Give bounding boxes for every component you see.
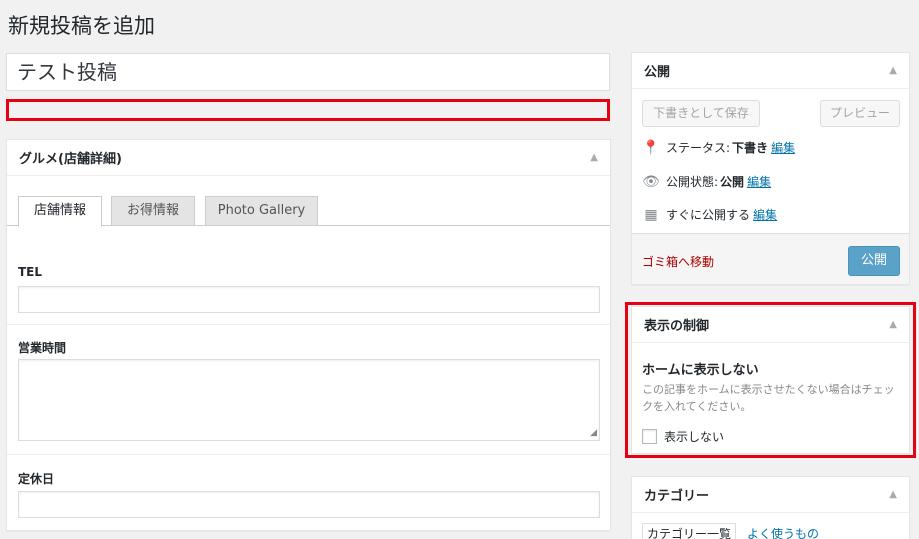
gourmet-box-header[interactable]: グルメ(店舗詳細) ▲ <box>7 140 610 176</box>
trash-link[interactable]: ゴミ箱へ移動 <box>642 253 714 270</box>
resize-grip-icon[interactable]: ◢ <box>590 428 597 438</box>
pin-icon: 📍 <box>642 139 660 156</box>
gourmet-box-title: グルメ(店舗詳細) <box>19 152 122 167</box>
hours-label: 営業時間 <box>18 341 67 355</box>
category-box-title: カテゴリー <box>644 489 710 504</box>
post-title-input[interactable]: テスト投稿 <box>6 53 610 91</box>
publish-actions: ゴミ箱へ移動 公開 <box>632 233 909 284</box>
display-control-heading: ホームに表示しない <box>642 363 759 378</box>
schedule-label: すぐに公開する <box>666 208 751 222</box>
tab-popular-categories[interactable]: よく使うもの <box>747 525 819 539</box>
schedule-row: ▦ すぐに公開する 編集 <box>642 206 777 223</box>
highlight-box <box>6 99 610 121</box>
triangle-up-icon[interactable]: ▲ <box>889 489 897 500</box>
publish-box: 公開 ▲ 下書きとして保存 プレビュー 📍 ステータス: 下書き 編集 👁 公開… <box>631 52 910 285</box>
divider <box>7 324 610 325</box>
category-box: カテゴリー ▲ カテゴリー一覧 よく使うもの <box>631 476 910 539</box>
tel-input[interactable] <box>18 286 600 313</box>
triangle-up-icon[interactable]: ▲ <box>590 152 598 163</box>
gourmet-tabs: 店舗情報 お得情報 Photo Gallery <box>7 196 610 227</box>
holiday-label: 定休日 <box>18 472 55 486</box>
tab-all-categories[interactable]: カテゴリー一覧 <box>642 523 737 539</box>
display-control-description: この記事をホームに表示させたくない場合はチェックを入れてください。 <box>642 383 895 413</box>
hide-from-home-option[interactable]: 表示しない <box>642 428 724 445</box>
eye-icon: 👁 <box>642 173 660 190</box>
display-control-box: 表示の制御 ▲ ホームに表示しない この記事をホームに表示させたくない場合はチェ… <box>631 306 910 454</box>
edit-visibility-link[interactable]: 編集 <box>747 173 771 190</box>
status-value: 下書き <box>732 141 769 155</box>
publish-button[interactable]: 公開 <box>848 246 900 276</box>
tel-label: TEL <box>18 265 43 279</box>
visibility-label: 公開状態: <box>666 175 719 189</box>
hours-textarea[interactable]: ◢ <box>18 359 600 441</box>
publish-box-title: 公開 <box>644 65 671 80</box>
tab-deals[interactable]: お得情報 <box>111 196 195 226</box>
hide-checkbox-label: 表示しない <box>664 430 725 444</box>
edit-schedule-link[interactable]: 編集 <box>753 206 777 223</box>
divider <box>7 454 610 455</box>
status-row: 📍 ステータス: 下書き 編集 <box>642 139 795 156</box>
hide-checkbox[interactable] <box>642 429 657 444</box>
preview-button[interactable]: プレビュー <box>820 100 900 127</box>
visibility-value: 公開 <box>720 175 745 189</box>
triangle-up-icon[interactable]: ▲ <box>889 319 897 330</box>
gourmet-details-box: グルメ(店舗詳細) ▲ 店舗情報 お得情報 Photo Gallery TEL … <box>6 139 611 531</box>
visibility-row: 👁 公開状態: 公開 編集 <box>642 173 771 190</box>
display-control-header[interactable]: 表示の制御 ▲ <box>632 307 909 343</box>
status-label: ステータス: <box>666 141 731 155</box>
holiday-input[interactable] <box>18 491 600 518</box>
tab-photo-gallery[interactable]: Photo Gallery <box>205 196 318 226</box>
display-control-title: 表示の制御 <box>644 319 710 334</box>
publish-box-header[interactable]: 公開 ▲ <box>632 53 909 89</box>
page-title: 新規投稿を追加 <box>8 14 155 38</box>
category-box-header[interactable]: カテゴリー ▲ <box>632 477 909 513</box>
triangle-up-icon[interactable]: ▲ <box>889 65 897 76</box>
tab-store-info[interactable]: 店舗情報 <box>18 196 102 227</box>
calendar-icon: ▦ <box>644 206 658 223</box>
edit-status-link[interactable]: 編集 <box>771 139 795 156</box>
save-draft-button[interactable]: 下書きとして保存 <box>642 100 760 127</box>
